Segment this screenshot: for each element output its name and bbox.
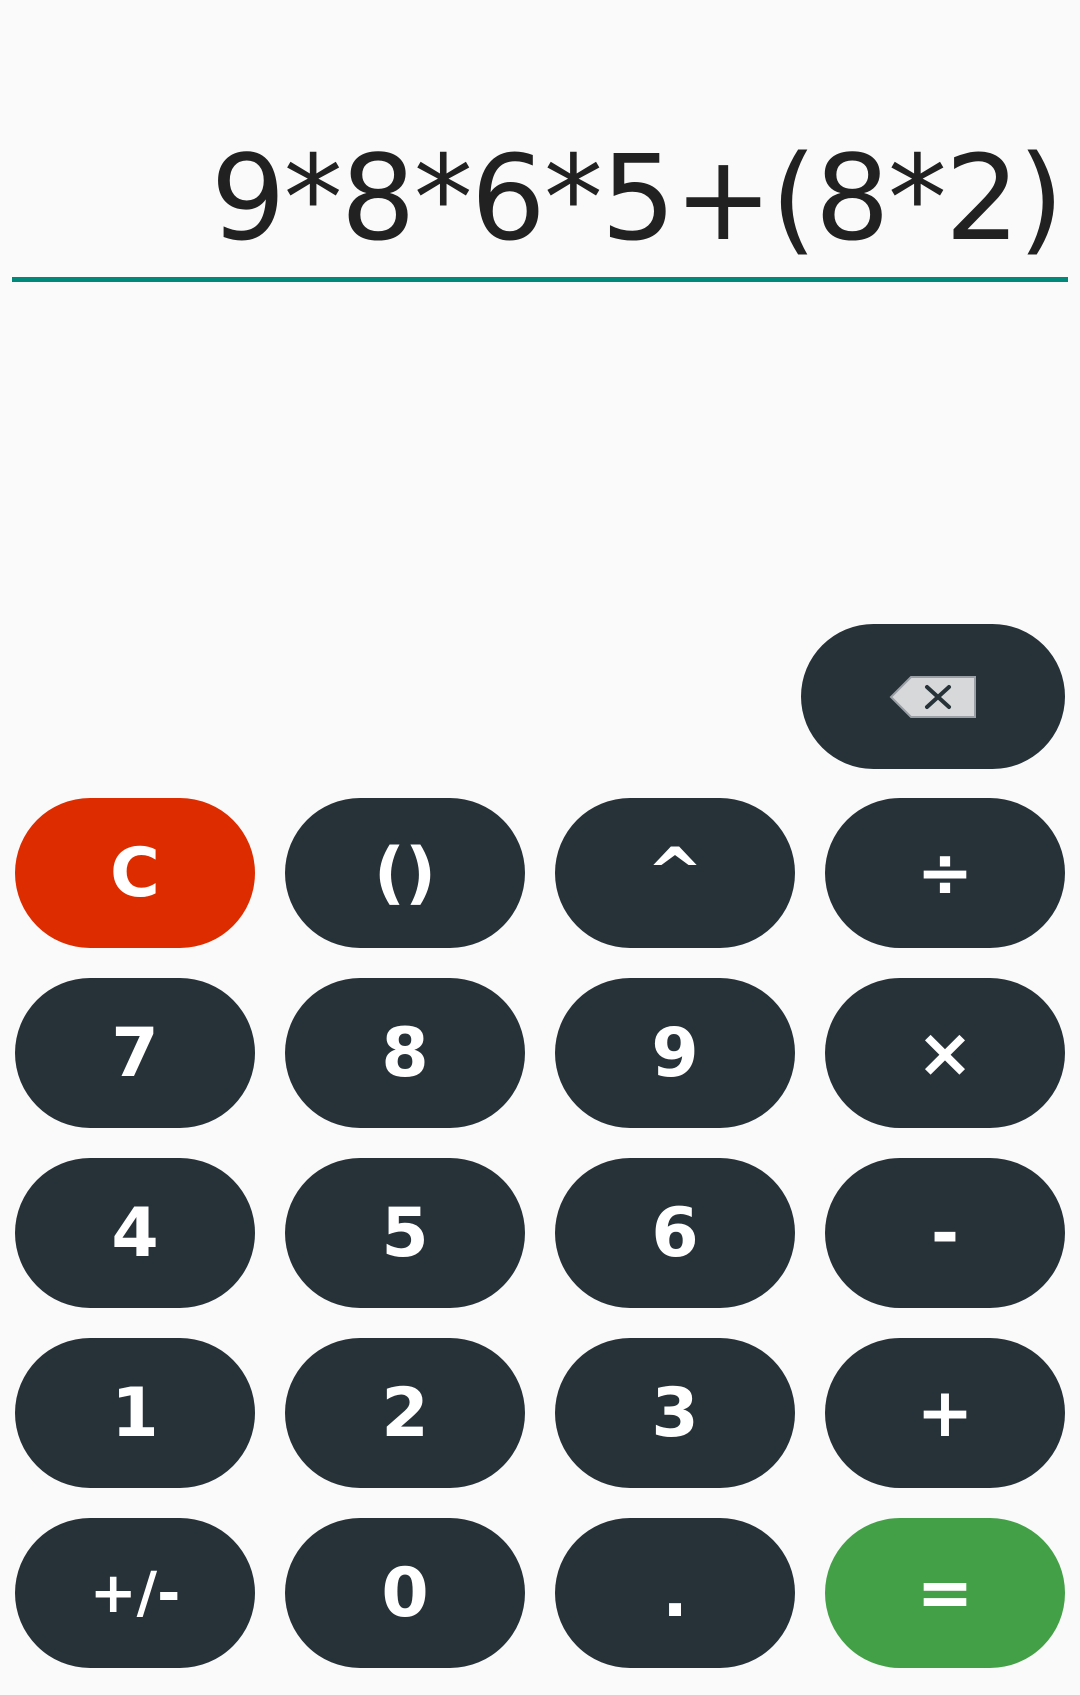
digit-6-button[interactable]: 6 <box>555 1158 795 1308</box>
negate-button[interactable]: +/- <box>15 1518 255 1668</box>
digit-1-button[interactable]: 1 <box>15 1338 255 1488</box>
display-area: 9*8*6*5+(8*2) <box>12 0 1068 285</box>
digit-3-button[interactable]: 3 <box>555 1338 795 1488</box>
input-underline <box>12 277 1068 282</box>
digit-2-button[interactable]: 2 <box>285 1338 525 1488</box>
expression-input[interactable]: 9*8*6*5+(8*2) <box>211 128 1064 268</box>
divide-button[interactable]: ÷ <box>825 798 1065 948</box>
multiply-button[interactable]: × <box>825 978 1065 1128</box>
plus-button[interactable]: + <box>825 1338 1065 1488</box>
parentheses-button[interactable]: () <box>285 798 525 948</box>
clear-button[interactable]: C <box>15 798 255 948</box>
power-button[interactable]: ^ <box>555 798 795 948</box>
digit-9-button[interactable]: 9 <box>555 978 795 1128</box>
backspace-button[interactable] <box>801 624 1065 769</box>
equals-button[interactable]: = <box>825 1518 1065 1668</box>
digit-7-button[interactable]: 7 <box>15 978 255 1128</box>
decimal-button[interactable]: . <box>555 1518 795 1668</box>
digit-5-button[interactable]: 5 <box>285 1158 525 1308</box>
minus-button[interactable]: - <box>825 1158 1065 1308</box>
backspace-icon <box>889 675 976 718</box>
digit-4-button[interactable]: 4 <box>15 1158 255 1308</box>
digit-0-button[interactable]: 0 <box>285 1518 525 1668</box>
digit-8-button[interactable]: 8 <box>285 978 525 1128</box>
